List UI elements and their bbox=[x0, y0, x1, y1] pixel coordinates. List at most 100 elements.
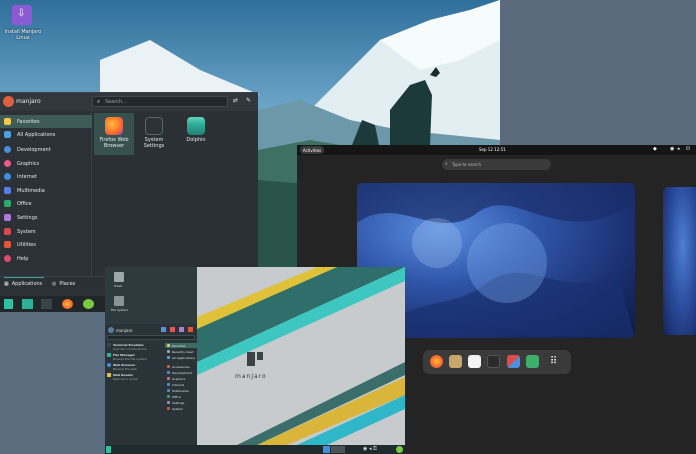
xfce-category-accessories[interactable]: Accessories bbox=[165, 364, 197, 369]
drive-icon[interactable] bbox=[114, 296, 124, 306]
xfce-category-development[interactable]: Development bbox=[165, 370, 197, 375]
xfce-category-system[interactable]: System bbox=[165, 406, 197, 411]
category-development[interactable]: Development bbox=[0, 143, 92, 156]
volume-icon[interactable]: ◂ bbox=[677, 146, 680, 152]
power-icon[interactable]: ⏻ bbox=[686, 146, 690, 152]
terminal-icon bbox=[107, 343, 111, 347]
office-icon bbox=[4, 200, 11, 207]
app-file-manager-sub: Browse the file system bbox=[113, 357, 148, 361]
grid-icon bbox=[4, 131, 11, 138]
star-icon bbox=[4, 118, 11, 125]
app-system-settings[interactable]: System Settings bbox=[134, 113, 174, 155]
graphics-icon bbox=[167, 377, 170, 380]
multimedia-icon bbox=[167, 389, 170, 392]
star-icon bbox=[167, 344, 170, 347]
xfce-search-input[interactable] bbox=[107, 335, 195, 340]
kde-search-input[interactable]: ⌕ Search... bbox=[92, 96, 228, 107]
power-icon[interactable] bbox=[188, 327, 193, 332]
trash-icon[interactable] bbox=[114, 272, 124, 282]
pin-icon[interactable]: ✎ bbox=[246, 97, 251, 104]
xfce-category-multimedia[interactable]: Multimedia bbox=[165, 388, 197, 393]
desktop-collage: ⇩ Install Manjaro Linux manjaro ⌕ Search… bbox=[0, 0, 696, 454]
development-icon bbox=[167, 371, 170, 374]
search-icon: ⌕ bbox=[445, 161, 448, 167]
workspace-thumbnail-next[interactable] bbox=[663, 187, 696, 335]
category-help[interactable]: Help bbox=[0, 252, 92, 265]
shield-icon[interactable]: ◆ bbox=[653, 146, 657, 152]
files-icon[interactable] bbox=[449, 355, 462, 368]
manjaro-wordmark: manjaro bbox=[235, 373, 267, 380]
category-internet[interactable]: Internet bbox=[0, 170, 92, 183]
category-multimedia[interactable]: Multimedia bbox=[0, 184, 92, 197]
category-graphics[interactable]: Graphics bbox=[0, 157, 92, 170]
manjaro-logo-icon[interactable] bbox=[106, 446, 111, 453]
folder-icon bbox=[187, 117, 205, 135]
trash-label: Trash bbox=[114, 284, 122, 288]
grid-icon: ▦ bbox=[4, 281, 9, 287]
app-firefox[interactable]: Firefox Web Browser bbox=[94, 113, 134, 155]
xfce-category-favorites[interactable]: Favorites bbox=[165, 343, 197, 348]
category-settings[interactable]: Settings bbox=[0, 211, 92, 224]
notification-icon[interactable] bbox=[396, 446, 403, 453]
configure-icon[interactable]: ⇄ bbox=[233, 97, 238, 104]
kde-app-grid: Firefox Web Browser System Settings Dolp… bbox=[92, 111, 258, 276]
development-icon bbox=[4, 146, 11, 153]
app-terminal-sub: Use the command line bbox=[113, 347, 147, 351]
system-icon bbox=[167, 407, 170, 410]
category-favorites[interactable]: Favorites bbox=[0, 115, 92, 128]
gnome-search-input[interactable]: ⌕ Type to search bbox=[442, 159, 551, 170]
app-grid-icon[interactable]: ⠿ bbox=[547, 355, 560, 368]
category-utilities[interactable]: Utilities bbox=[0, 238, 92, 251]
terminal-icon[interactable] bbox=[487, 355, 500, 368]
xfce-category-settings[interactable]: Settings bbox=[165, 400, 197, 405]
network-icon[interactable]: ◉ bbox=[670, 146, 674, 152]
switch-user-icon[interactable] bbox=[179, 327, 184, 332]
kde-category-list: Favorites All Applications Development G… bbox=[0, 111, 92, 276]
tab-places[interactable]: ◎ Places bbox=[52, 277, 75, 290]
gnome-dock: ⠿ bbox=[423, 350, 571, 374]
xfce-category-recent[interactable]: Recently Used bbox=[165, 349, 197, 354]
app-dolphin[interactable]: Dolphin bbox=[176, 113, 216, 155]
lock-icon[interactable] bbox=[170, 327, 175, 332]
xfce-category-all[interactable]: All Applications bbox=[165, 355, 197, 360]
clock[interactable]: Sep 12 12:51 bbox=[479, 147, 506, 152]
app-web-browser-sub: Browse the web bbox=[113, 367, 137, 371]
mail-icon bbox=[107, 373, 111, 377]
avatar[interactable] bbox=[3, 96, 14, 107]
workspace-1-icon[interactable] bbox=[323, 446, 330, 453]
category-office[interactable]: Office bbox=[0, 197, 92, 210]
settings-icon bbox=[145, 117, 163, 135]
tab-applications[interactable]: ▦ Applications bbox=[4, 277, 44, 290]
category-system[interactable]: System bbox=[0, 225, 92, 238]
installer-icon[interactable] bbox=[526, 355, 539, 368]
manjaro-logo-icon[interactable] bbox=[4, 299, 13, 309]
avatar[interactable] bbox=[108, 327, 114, 333]
xfce-category-graphics[interactable]: Graphics bbox=[165, 376, 197, 381]
xfce-desktop: Trash File System manjaro manjaro Termin… bbox=[105, 267, 405, 454]
kde-taskbar bbox=[0, 296, 106, 312]
software-icon[interactable] bbox=[507, 355, 520, 368]
folder-icon bbox=[107, 353, 111, 357]
globe-icon bbox=[107, 363, 111, 367]
compass-icon: ◎ bbox=[52, 280, 57, 287]
kde-search-placeholder: Search... bbox=[105, 99, 127, 105]
xfce-category-office[interactable]: Office bbox=[165, 394, 197, 399]
whisker-menu: manjaro Terminal Emulator Use the comman… bbox=[105, 324, 197, 445]
text-editor-icon[interactable] bbox=[468, 355, 481, 368]
folder-icon[interactable] bbox=[22, 299, 33, 309]
firefox-icon[interactable] bbox=[430, 355, 443, 368]
graphics-icon bbox=[4, 160, 11, 167]
settings-icon bbox=[167, 401, 170, 404]
xfce-user-name: manjaro bbox=[116, 328, 133, 333]
installer-label[interactable]: Install Manjaro Linux bbox=[2, 29, 44, 41]
terminal-icon[interactable] bbox=[41, 299, 52, 309]
activities-button[interactable]: Activities bbox=[300, 146, 324, 154]
tray-icons: ◉ ◂ ⚿ bbox=[363, 446, 377, 452]
xfce-category-internet[interactable]: Internet bbox=[165, 382, 197, 387]
workspace-switcher[interactable] bbox=[331, 446, 345, 453]
firefox-icon[interactable] bbox=[62, 299, 73, 309]
download-icon[interactable] bbox=[83, 299, 94, 309]
internet-icon bbox=[4, 173, 11, 180]
settings-icon[interactable] bbox=[161, 327, 166, 332]
category-all-applications[interactable]: All Applications bbox=[0, 128, 92, 141]
